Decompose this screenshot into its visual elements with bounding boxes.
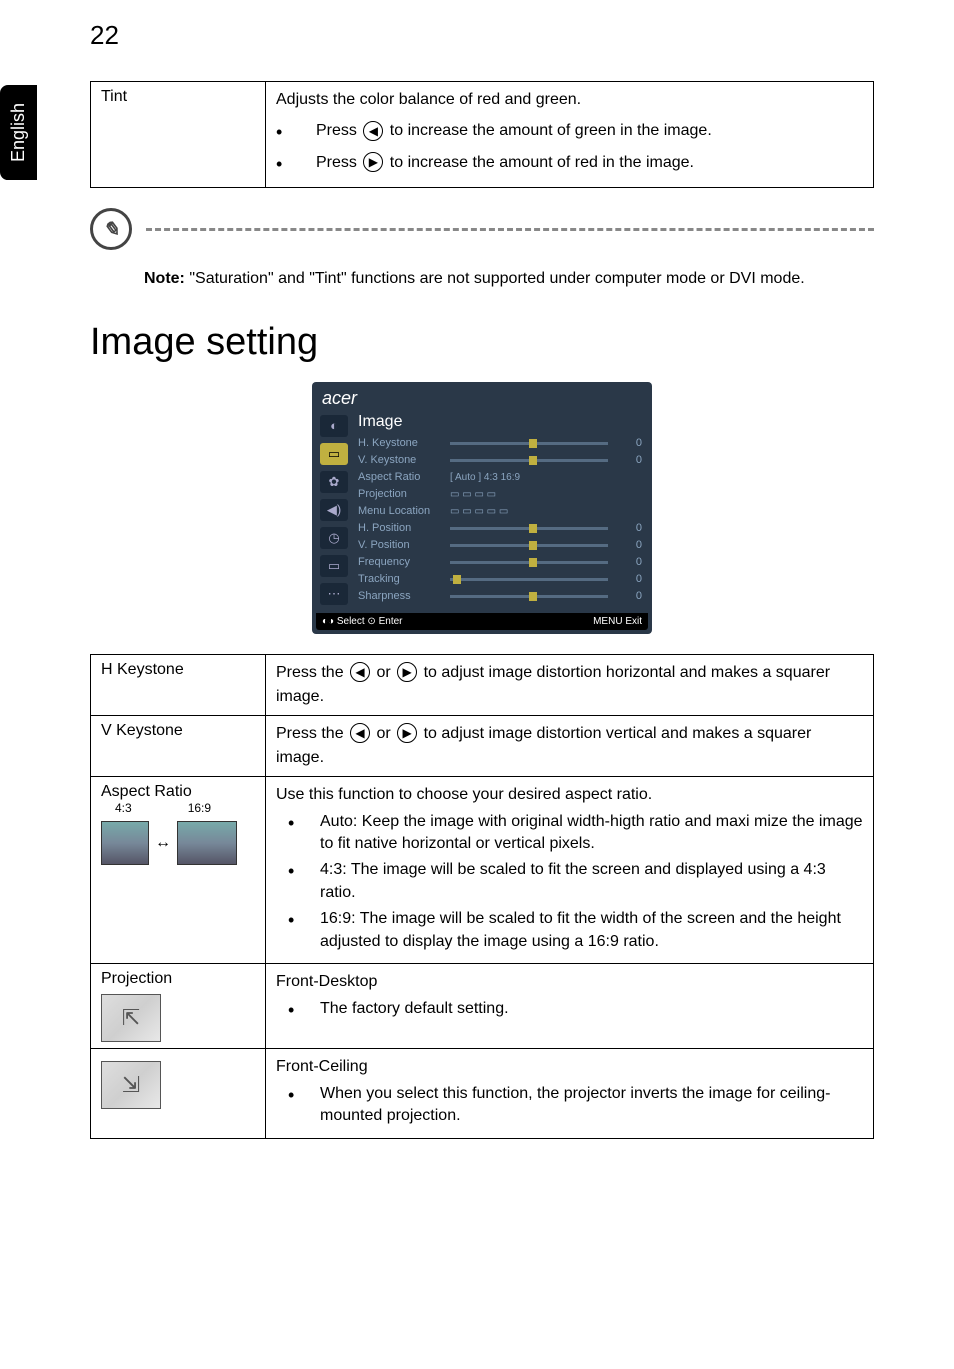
tint-table: Tint Adjusts the color balance of red an… bbox=[90, 81, 874, 188]
aspect-thumb-16-9 bbox=[177, 821, 237, 865]
projection-front-desktop-icon: ⇱ bbox=[101, 994, 161, 1042]
osd-tab-image-icon: ▭ bbox=[320, 443, 348, 465]
left-arrow-icon: ◀ bbox=[350, 723, 370, 743]
note-text: Note: "Saturation" and "Tint" functions … bbox=[144, 268, 874, 290]
h-keystone-desc: Press the ◀ or ▶ to adjust image distort… bbox=[266, 654, 874, 715]
tint-bullet-green: Press ◀ to increase the amount of green … bbox=[276, 118, 863, 144]
left-arrow-icon: ◀ bbox=[350, 662, 370, 682]
note-icon: ✎ bbox=[90, 208, 132, 250]
front-desktop-bullet: The factory default setting. bbox=[276, 998, 863, 1020]
aspect-bullet-16-9: 16:9: The image will be scaled to fit th… bbox=[276, 908, 863, 953]
osd-footer-right: MENU Exit bbox=[593, 616, 642, 627]
tint-description: Adjusts the color balance of red and gre… bbox=[276, 88, 863, 112]
front-desktop-title: Front-Desktop bbox=[276, 970, 863, 994]
osd-title: Image bbox=[358, 413, 642, 431]
osd-brand: acer bbox=[316, 386, 648, 411]
osd-footer-left: ◐◑ Select ⊙ Enter bbox=[322, 616, 403, 627]
osd-tab-timer-icon: ◷ bbox=[320, 527, 348, 549]
page-number: 22 bbox=[90, 20, 874, 51]
osd-tab-management-icon: ✿ bbox=[320, 471, 348, 493]
aspect-desc: Use this function to choose your desired… bbox=[276, 783, 863, 807]
left-arrow-icon: ◀ bbox=[363, 121, 383, 141]
section-title: Image setting bbox=[90, 321, 874, 364]
front-ceiling-title: Front-Ceiling bbox=[276, 1055, 863, 1079]
tint-label: Tint bbox=[101, 88, 127, 105]
osd-tab-language-icon: ▭ bbox=[320, 555, 348, 577]
tint-bullet-red: Press ▶ to increase the amount of red in… bbox=[276, 150, 863, 176]
v-keystone-desc: Press the ◀ or ▶ to adjust image distort… bbox=[266, 715, 874, 776]
aspect-bullet-auto: Auto: Keep the image with original width… bbox=[276, 811, 863, 856]
h-keystone-label: H Keystone bbox=[101, 661, 184, 678]
v-keystone-label: V Keystone bbox=[101, 722, 183, 739]
osd-screenshot: acer ◐ ▭ ✿ ◀) ◷ ▭ ⋯ Image H. Keystone0 V… bbox=[312, 382, 652, 634]
ratio-16-9: 16:9 bbox=[188, 801, 211, 815]
language-side-tab: English bbox=[0, 85, 37, 180]
projection-label: Projection bbox=[101, 970, 172, 987]
image-settings-table: H Keystone Press the ◀ or ▶ to adjust im… bbox=[90, 654, 874, 1139]
aspect-thumb-4-3 bbox=[101, 821, 149, 865]
right-arrow-icon: ▶ bbox=[363, 152, 383, 172]
aspect-ratio-label: Aspect Ratio bbox=[101, 783, 192, 800]
note-block: ✎ bbox=[90, 208, 874, 250]
front-ceiling-bullet: When you select this function, the proje… bbox=[276, 1083, 863, 1128]
osd-tab-extra-icon: ⋯ bbox=[320, 583, 348, 605]
aspect-bullet-4-3: 4:3: The image will be scaled to fit the… bbox=[276, 859, 863, 904]
projection-front-ceiling-icon: ⇲ bbox=[101, 1061, 161, 1109]
osd-tab-audio-icon: ◀) bbox=[320, 499, 348, 521]
osd-tab-color-icon: ◐ bbox=[320, 415, 348, 437]
ratio-4-3: 4:3 bbox=[115, 801, 132, 815]
right-arrow-icon: ▶ bbox=[397, 662, 417, 682]
swap-arrows-icon: ↔ bbox=[155, 834, 171, 852]
dashed-divider bbox=[146, 228, 874, 231]
right-arrow-icon: ▶ bbox=[397, 723, 417, 743]
